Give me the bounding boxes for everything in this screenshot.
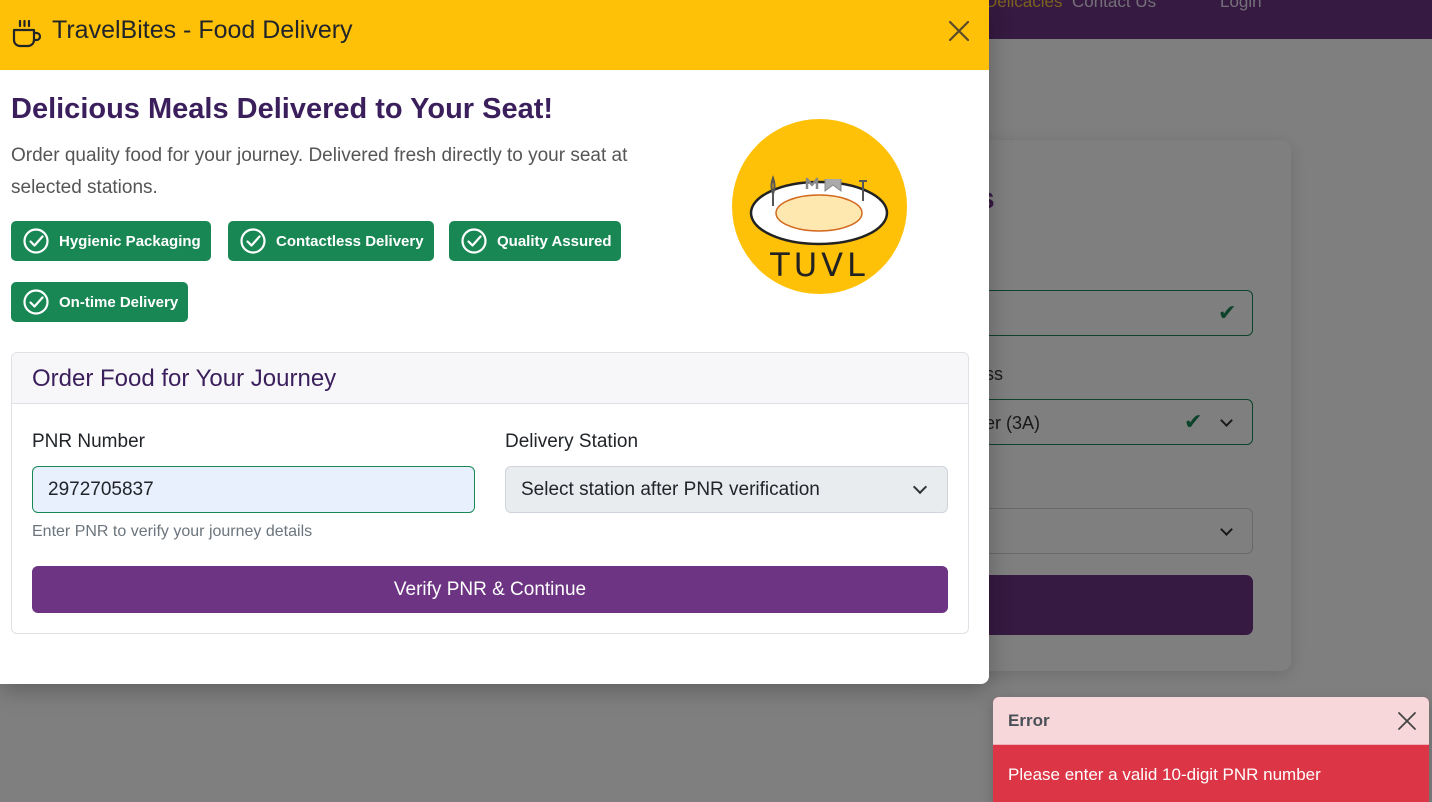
check-circle-icon (461, 228, 487, 254)
delivery-station-label: Delivery Station (505, 431, 639, 452)
order-form-title: Order Food for Your Journey (32, 365, 337, 392)
badge-quality-assured: Quality Assured (449, 221, 622, 261)
pnr-help-text: Enter PNR to verify your journey details (32, 523, 313, 540)
order-form-card: Order Food for Your Journey PNR Number D… (11, 352, 969, 634)
food-delivery-modal: TravelBites - Food Delivery Delicious Me… (0, 0, 989, 684)
order-form-header: Order Food for Your Journey (12, 353, 968, 404)
badge-label: On-time Delivery (59, 293, 179, 311)
hero-title: Delicious Meals Delivered to Your Seat! (11, 93, 554, 125)
plate-logo-icon: TUVL (732, 119, 907, 294)
coffee-cup-icon (12, 19, 42, 48)
toast-title: Error (1008, 711, 1050, 730)
close-icon[interactable] (1397, 711, 1417, 731)
badge-contactless-delivery: Contactless Delivery (228, 221, 434, 261)
toast-header: Error (993, 697, 1429, 745)
delivery-station-select[interactable]: Select station after PNR verification (505, 466, 948, 513)
modal-title: TravelBites - Food Delivery (52, 16, 353, 44)
modal-header: TravelBites - Food Delivery (0, 0, 989, 70)
badge-on-time-delivery: On-time Delivery (11, 282, 189, 322)
chevron-down-icon (912, 479, 928, 495)
pnr-label: PNR Number (32, 431, 145, 452)
badge-label: Quality Assured (497, 232, 612, 250)
check-circle-icon (240, 228, 266, 254)
check-circle-icon (23, 228, 49, 254)
logo-text: TUVL (769, 246, 869, 284)
error-toast: Error Please enter a valid 10-digit PNR … (993, 697, 1429, 802)
badge-label: Contactless Delivery (276, 232, 424, 250)
check-circle-icon (23, 289, 49, 315)
pnr-input[interactable] (32, 466, 475, 513)
delivery-station-selected: Select station after PNR verification (521, 479, 820, 500)
badge-label: Hygienic Packaging (59, 232, 201, 250)
close-icon[interactable] (945, 17, 973, 45)
verify-pnr-button[interactable]: Verify PNR & Continue (32, 566, 948, 613)
badge-hygienic-packaging: Hygienic Packaging (11, 221, 211, 261)
toast-message: Please enter a valid 10-digit PNR number (1008, 765, 1321, 784)
hero-description: Order quality food for your journey. Del… (11, 145, 628, 198)
